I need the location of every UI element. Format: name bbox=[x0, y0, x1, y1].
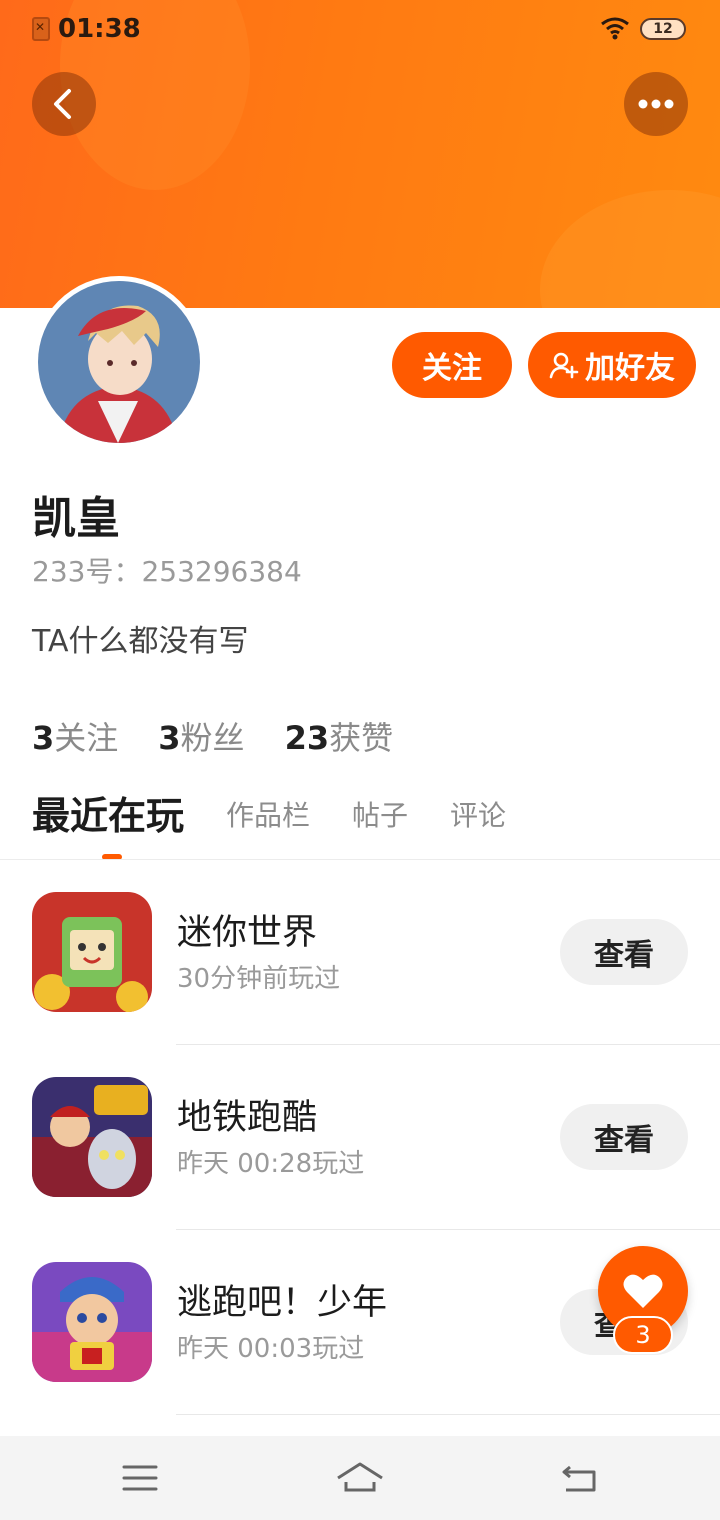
tab-works[interactable]: 作品栏 bbox=[226, 794, 310, 860]
avatar[interactable] bbox=[33, 276, 205, 448]
tab-posts[interactable]: 帖子 bbox=[352, 794, 408, 860]
divider bbox=[176, 1414, 720, 1415]
profile-bio: TA什么都没有写 bbox=[32, 624, 249, 659]
stat-number: 23 bbox=[284, 719, 330, 757]
game-icon bbox=[32, 892, 152, 1012]
back-button[interactable] bbox=[32, 72, 96, 136]
heart-icon bbox=[623, 1274, 663, 1308]
more-horizontal-icon bbox=[638, 99, 674, 109]
menu-icon[interactable] bbox=[116, 1454, 164, 1502]
game-icon bbox=[32, 1077, 152, 1197]
game-played-time: 30分钟前玩过 bbox=[177, 964, 341, 994]
stat-following[interactable]: 3关注 bbox=[32, 713, 118, 759]
no-sim-icon bbox=[32, 17, 50, 41]
wifi-icon bbox=[601, 17, 629, 40]
chevron-left-icon bbox=[54, 89, 71, 119]
profile-uid: 233号：253296384 bbox=[32, 555, 302, 588]
add-user-icon bbox=[549, 352, 579, 379]
game-icon bbox=[32, 1262, 152, 1382]
back-nav-icon[interactable] bbox=[556, 1454, 604, 1502]
battery-icon: 12 bbox=[640, 18, 686, 40]
home-icon[interactable] bbox=[336, 1454, 384, 1502]
status-time: 01:38 bbox=[58, 14, 141, 44]
game-title: 地铁跑酷 bbox=[177, 1098, 318, 1138]
like-count-badge: 3 bbox=[613, 1316, 673, 1354]
system-nav-bar bbox=[0, 1436, 720, 1520]
game-list-item[interactable]: 地铁跑酷 昨天 00:28玩过 查看 bbox=[0, 1045, 720, 1230]
stat-number: 3 bbox=[158, 719, 181, 757]
game-list-item[interactable]: 迷你世界 30分钟前玩过 查看 bbox=[0, 860, 720, 1045]
status-bar: 01:38 12 bbox=[0, 0, 720, 56]
banner-decoration bbox=[540, 190, 720, 308]
tab-recently-played[interactable]: 最近在玩 bbox=[32, 785, 184, 860]
tab-comments[interactable]: 评论 bbox=[450, 794, 506, 860]
view-button[interactable]: 查看 bbox=[560, 919, 688, 985]
profile-name: 凯皇 bbox=[32, 493, 120, 544]
stat-label: 获赞 bbox=[329, 719, 394, 757]
profile-stats: 3关注 3粉丝 23获赞 bbox=[32, 713, 433, 759]
view-button[interactable]: 查看 bbox=[560, 1104, 688, 1170]
stat-label: 粉丝 bbox=[180, 719, 245, 757]
stat-number: 3 bbox=[32, 719, 55, 757]
tab-bar: 最近在玩 作品栏 帖子 评论 bbox=[32, 790, 548, 860]
stat-followers[interactable]: 3粉丝 bbox=[158, 713, 244, 759]
avatar-image bbox=[38, 281, 200, 443]
add-friend-label: 加好友 bbox=[585, 351, 675, 386]
game-title: 迷你世界 bbox=[177, 913, 318, 953]
game-played-time: 昨天 00:28玩过 bbox=[177, 1149, 365, 1179]
add-friend-button[interactable]: 加好友 bbox=[528, 332, 696, 398]
stat-label: 关注 bbox=[54, 719, 119, 757]
follow-button[interactable]: 关注 bbox=[392, 332, 512, 398]
stat-likes[interactable]: 23获赞 bbox=[285, 713, 394, 759]
game-played-time: 昨天 00:03玩过 bbox=[177, 1334, 365, 1364]
game-title: 逃跑吧！少年 bbox=[177, 1283, 388, 1323]
more-button[interactable] bbox=[624, 72, 688, 136]
